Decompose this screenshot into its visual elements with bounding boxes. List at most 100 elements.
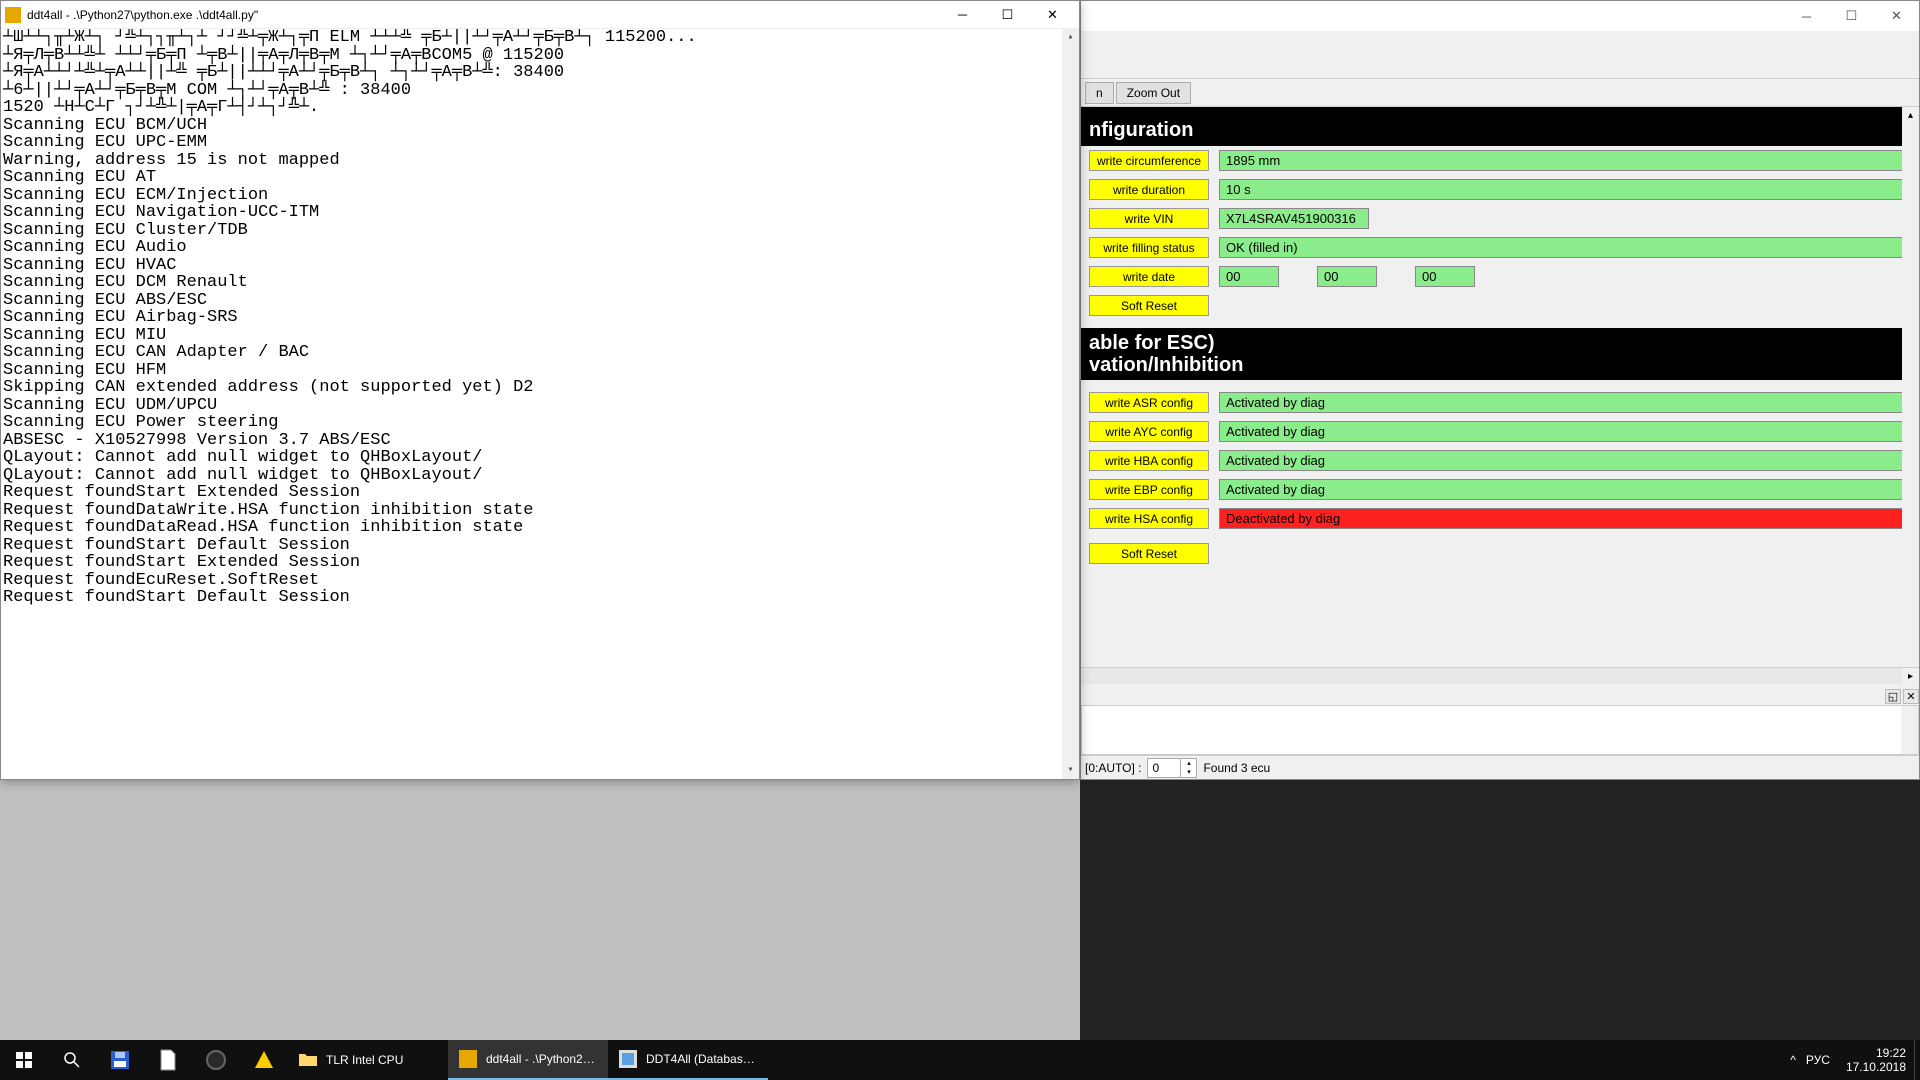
maximize-button[interactable]: ☐ [985,1,1030,29]
console-line: Request foundStart Extended Session [3,554,1077,572]
esc-value-field[interactable]: Activated by diag [1219,421,1911,442]
ddt-status-bar: [0:AUTO] : 0 ▴▾ Found 3 ecu [1081,755,1919,779]
console-titlebar[interactable]: ddt4all - .\Python27\python.exe .\ddt4al… [1,1,1079,29]
esc-value-field[interactable]: Activated by diag [1219,479,1911,500]
esc-value-field[interactable]: Activated by diag [1219,450,1911,471]
console-line: QLayout: Cannot add null widget to QHBox… [3,467,1077,485]
esc-config-row: write EBP config Activated by diag [1089,479,1911,500]
show-desktop-button[interactable] [1914,1040,1920,1080]
taskbar-circle-icon[interactable] [192,1040,240,1080]
esc-write-button[interactable]: write EBP config [1089,479,1209,500]
panel-close-button[interactable]: ✕ [1903,689,1919,704]
ddt-horizontal-scrollbar[interactable]: ▸ [1081,667,1919,684]
console-window: ddt4all - .\Python27\python.exe .\ddt4al… [0,0,1080,780]
tray-chevron-icon[interactable]: ^ [1790,1053,1796,1067]
cmd-icon [456,1047,480,1071]
clock-time: 19:22 [1876,1046,1906,1060]
zoom-in-button-partial[interactable]: n [1085,82,1114,104]
console-line: Request foundEcuReset.SoftReset [3,572,1077,590]
scroll-up-icon[interactable]: ▴ [1902,107,1919,124]
esc-write-button[interactable]: write HSA config [1089,508,1209,529]
esc-write-button[interactable]: write HBA config [1089,450,1209,471]
status-found-label: Found 3 ecu [1203,761,1270,775]
esc-write-button[interactable]: write ASR config [1089,392,1209,413]
ddt-close-button[interactable]: ✕ [1874,1,1919,31]
config-value-field[interactable]: X7L4SRAV451900316 [1219,208,1369,229]
config-value-field[interactable]: OK (filled in) [1219,237,1911,258]
panel-float-button[interactable]: ◱ [1885,689,1901,704]
status-spin-value: 0 [1152,761,1159,775]
console-line: Warning, address 15 is not mapped [3,152,1077,170]
start-button[interactable] [0,1040,48,1080]
config-value-field[interactable]: 1895 mm [1219,150,1911,171]
console-scrollbar[interactable]: ▴ ▾ [1062,29,1079,779]
taskbar-triangle-icon[interactable] [240,1040,288,1080]
console-line: Scanning ECU HVAC [3,257,1077,275]
spin-up-icon[interactable]: ▴ [1181,759,1196,768]
console-line: Scanning ECU HFM [3,362,1077,380]
console-line: Request foundStart Extended Session [3,484,1077,502]
scroll-right-icon[interactable]: ▸ [1902,668,1919,684]
scroll-up-icon[interactable]: ▴ [1062,29,1079,46]
config-write-button[interactable]: write VIN [1089,208,1209,229]
taskbar-file-icon[interactable] [144,1040,192,1080]
ddt-zoom-toolbar: n Zoom Out [1081,79,1919,107]
lower-panel-scrollbar[interactable] [1901,706,1918,754]
taskbar-clock[interactable]: 19:22 17.10.2018 [1838,1046,1914,1074]
console-line: Scanning ECU CAN Adapter / BAC [3,344,1077,362]
scroll-down-icon[interactable]: ▾ [1062,762,1079,779]
windows-icon [16,1052,32,1068]
config-write-button[interactable]: write duration [1089,179,1209,200]
console-line: Scanning ECU Cluster/TDB [3,222,1077,240]
esc-config-row: write HSA config Deactivated by diag [1089,508,1911,529]
console-line: Scanning ECU UDM/UPCU [3,397,1077,415]
taskbar-app-button[interactable]: ddt4all - .\Python27... [448,1040,608,1080]
circle-icon [204,1048,228,1072]
configuration-section-header: nfiguration [1081,115,1919,146]
desktop-background[interactable] [1080,780,1920,1040]
console-output[interactable]: ┴Ш┴┴┐╥┴Ж┴┐ ┘╩┴┐┐╥┴┐┴ ┘┘╩┴╤Ж┴┐╤П ELM ┴┴┴╩… [1,29,1079,779]
esc-value-field[interactable]: Deactivated by diag [1219,508,1911,529]
taskbar-app-button[interactable]: TLR Intel CPU [288,1040,448,1080]
console-line: ┴Я╤Л╤В┴┴╩┴ ┴┴┘╤Б╤П ┴╤В┴||╤А╤Л╤В╤М ┴┐┴┘╤А… [3,47,1077,65]
spin-down-icon[interactable]: ▾ [1181,768,1196,777]
esc-value-field[interactable]: Activated by diag [1219,392,1911,413]
search-button[interactable] [48,1040,96,1080]
console-line: ABSESC - X10527998 Version 3.7 ABS/ESC [3,432,1077,450]
console-line: Scanning ECU UPC-EMM [3,134,1077,152]
taskbar-app-label: TLR Intel CPU [326,1053,403,1067]
console-line: Request foundStart Default Session [3,589,1077,607]
taskbar-save-icon[interactable] [96,1040,144,1080]
write-date-button[interactable]: write date [1089,266,1209,287]
console-line: Skipping CAN extended address (not suppo… [3,379,1077,397]
ddt-titlebar[interactable]: ─ ☐ ✕ [1081,1,1919,31]
config-value-field[interactable]: 10 s [1219,179,1911,200]
config-row: write duration 10 s [1089,179,1911,200]
ddt-maximize-button[interactable]: ☐ [1829,1,1874,31]
esc-config-row: write HBA config Activated by diag [1089,450,1911,471]
status-spinbox[interactable]: 0 ▴▾ [1147,758,1197,778]
ddt-minimize-button[interactable]: ─ [1784,1,1829,31]
console-line: Scanning ECU ABS/ESC [3,292,1077,310]
search-icon [60,1048,84,1072]
tray-language[interactable]: РУС [1806,1053,1830,1067]
esc-write-button[interactable]: write AYC config [1089,421,1209,442]
app-icon [616,1047,640,1071]
config-write-button[interactable]: write filling status [1089,237,1209,258]
soft-reset-button[interactable]: Soft Reset [1089,543,1209,564]
date-field-2[interactable]: 00 [1415,266,1475,287]
config-write-button[interactable]: write circumference [1089,150,1209,171]
minimize-button[interactable]: ─ [940,1,985,29]
esc-section-line2: vation/Inhibition [1089,354,1911,376]
panel-mini-controls: ◱ ✕ [1885,689,1919,704]
taskbar-app-button[interactable]: DDT4All (Database ... [608,1040,768,1080]
soft-reset-button[interactable]: Soft Reset [1089,295,1209,316]
date-field-0[interactable]: 00 [1219,266,1279,287]
close-button[interactable]: ✕ [1030,1,1075,29]
zoom-out-button[interactable]: Zoom Out [1116,82,1191,104]
file-icon [156,1048,180,1072]
ddt-vertical-scrollbar[interactable]: ▴ ▾ [1902,107,1919,738]
taskbar-app-label: ddt4all - .\Python27... [486,1052,596,1066]
console-app-icon [5,7,21,23]
date-field-1[interactable]: 00 [1317,266,1377,287]
